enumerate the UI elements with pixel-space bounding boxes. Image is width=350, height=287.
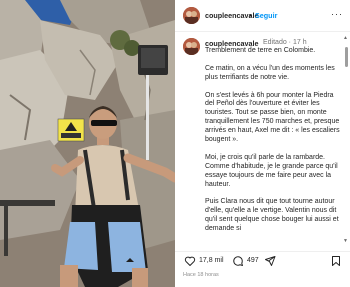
caption-text: Tremblement de terre en Colombie. Ce mat… [205,47,342,234]
comment-count[interactable]: 497 [247,257,259,264]
author-avatar[interactable] [183,7,200,24]
caption-scrollbar[interactable] [344,38,348,244]
like-count[interactable]: 17,8 mil [199,257,224,264]
bookmark-icon[interactable] [330,255,342,267]
heart-icon[interactable] [184,255,196,267]
caption-line: Moi, je crois qu'il parle de la rambarde… [205,153,338,188]
post-photo [0,0,175,287]
post-timestamp: Hace 18 horas [183,272,219,278]
caption-line: Tremblement de terre en Colombie. [205,47,316,54]
header-separator: • [249,11,252,20]
caption-section: coupleencavale Editado · 17 h Tremblemen… [175,33,350,251]
post-actions: 17,8 mil 497 Hace 18 horas [175,251,350,287]
scrollbar-thumb[interactable] [344,47,348,67]
share-icon[interactable] [264,255,276,267]
more-options-button[interactable]: ··· [331,9,343,19]
caption-meta: Editado · 17 h [263,39,307,46]
scroll-down-arrow[interactable]: ▼ [343,238,348,244]
caption-line: Ce matin, on a vécu l'un des moments les… [205,64,335,81]
comment-icon[interactable] [232,255,244,267]
post-photo-image [0,0,175,287]
caption-line: Puis Clara nous dit que tout tourne auto… [205,198,339,233]
caption-avatar[interactable] [183,38,200,55]
follow-button[interactable]: Seguir [255,11,277,20]
caption-line: On s'est levés à 6h pour monter la Piedr… [205,91,340,144]
